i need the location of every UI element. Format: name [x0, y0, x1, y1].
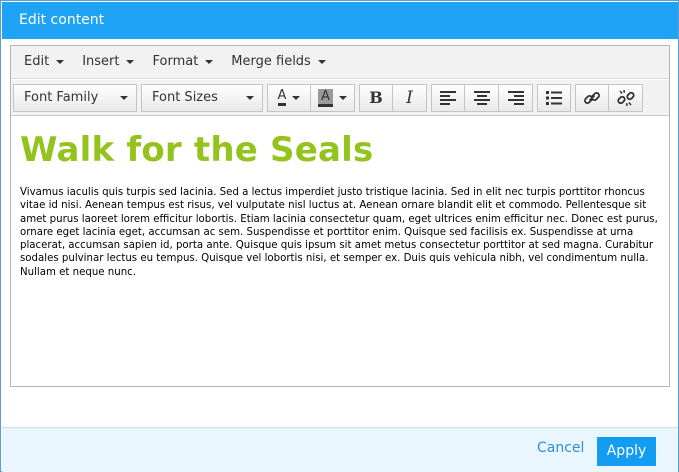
text-color-button[interactable]: A [267, 83, 311, 112]
menu-edit-label: Edit [24, 54, 50, 69]
dialog-footer: Cancel Apply [2, 427, 678, 472]
link-icon [584, 91, 600, 104]
link-group [575, 83, 643, 112]
chevron-down-icon [56, 60, 65, 64]
edit-content-dialog: Edit content Edit Insert Format Merge fi… [0, 0, 679, 472]
align-right-icon [507, 90, 524, 105]
menu-format-label: Format [152, 54, 199, 69]
bullet-list-button[interactable] [537, 83, 571, 112]
align-center-button[interactable] [465, 83, 499, 112]
bullet-list-icon [546, 90, 562, 105]
menu-edit[interactable]: Edit [15, 49, 73, 75]
chevron-down-icon [120, 95, 128, 100]
align-group [431, 83, 533, 112]
align-right-button[interactable] [499, 83, 533, 112]
menu-merge-fields-label: Merge fields [231, 54, 311, 69]
font-family-label: Font Family [24, 90, 99, 105]
font-sizes-label: Font Sizes [152, 90, 218, 105]
menu-insert-label: Insert [82, 54, 120, 69]
chevron-down-icon [338, 95, 347, 100]
content-paragraph: Vivamus iaculis quis turpis sed lacinia.… [20, 187, 658, 278]
color-group: A A [267, 83, 355, 112]
chevron-down-icon [317, 60, 326, 64]
font-sizes-group: Font Sizes [141, 83, 263, 112]
align-left-icon [440, 90, 456, 105]
apply-button[interactable]: Apply [597, 437, 656, 466]
italic-button[interactable]: I [393, 83, 427, 112]
rich-text-editor: Edit Insert Format Merge fields Font Fam… [10, 45, 670, 387]
font-sizes-select[interactable]: Font Sizes [141, 83, 263, 112]
editor-content-area[interactable]: Walk for the Seals Vivamus iaculis quis … [11, 117, 669, 386]
cancel-button[interactable]: Cancel [537, 440, 584, 456]
font-family-group: Font Family [13, 83, 137, 112]
content-heading: Walk for the Seals [20, 130, 374, 170]
background-color-icon: A [318, 88, 333, 107]
insert-link-button[interactable] [575, 83, 609, 112]
bold-icon: B [369, 88, 383, 107]
bold-button[interactable]: B [359, 83, 393, 112]
style-group: B I [359, 83, 427, 112]
align-left-button[interactable] [431, 83, 465, 112]
italic-icon: I [406, 87, 413, 108]
menu-insert[interactable]: Insert [73, 49, 143, 75]
chevron-down-icon [126, 60, 135, 64]
unlink-icon [616, 89, 635, 106]
editor-menubar: Edit Insert Format Merge fields [11, 46, 669, 79]
background-color-button[interactable]: A [311, 83, 355, 112]
align-center-icon [473, 90, 490, 105]
remove-link-button[interactable] [609, 83, 643, 112]
editor-toolbar: Font Family Font Sizes A A B I [11, 80, 669, 116]
dialog-title: Edit content [2, 2, 678, 39]
chevron-down-icon [246, 95, 254, 100]
font-family-select[interactable]: Font Family [13, 83, 137, 112]
menu-merge-fields[interactable]: Merge fields [222, 49, 335, 75]
text-color-icon: A [277, 89, 287, 106]
menu-format[interactable]: Format [143, 49, 222, 75]
list-group [537, 83, 571, 112]
chevron-down-icon [292, 95, 301, 100]
chevron-down-icon [205, 60, 214, 64]
